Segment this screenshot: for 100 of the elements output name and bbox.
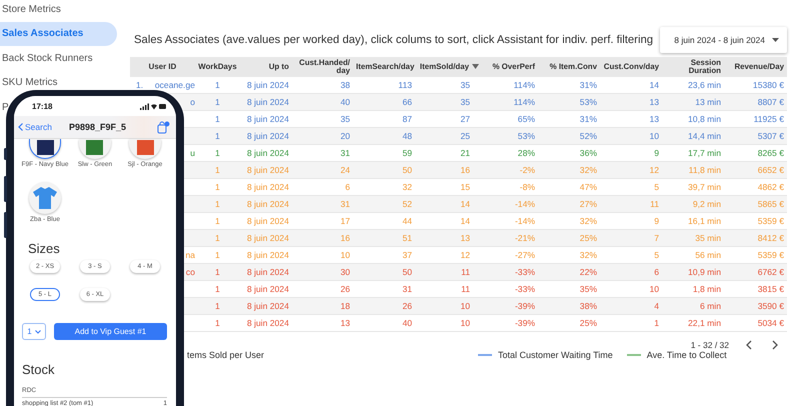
- table-cell: 8 juin 2024: [240, 314, 292, 332]
- user-link[interactable]: u: [190, 148, 195, 158]
- section-heading: Stock: [22, 362, 56, 377]
- table-cell: 8 juin 2024: [240, 298, 292, 314]
- table-cell: 6 min: [662, 298, 724, 314]
- table-cell: 13: [292, 314, 353, 332]
- table-cell: 20: [292, 128, 353, 144]
- table-cell: 7: [600, 230, 662, 246]
- section-heading: Sizes: [28, 241, 61, 256]
- table-cell: 8807 €: [724, 94, 787, 110]
- table-cell: 8 juin 2024: [240, 230, 292, 246]
- table-cell: 14,4 min: [662, 128, 724, 144]
- table-cell: 8412 €: [724, 230, 787, 246]
- table-cell: 26: [353, 298, 415, 314]
- table-cell: 32%: [538, 162, 600, 178]
- table-cell: 35 min: [662, 230, 724, 246]
- chart-title: tems Sold per User: [187, 350, 264, 360]
- table-cell: 1: [195, 230, 240, 246]
- table-cell: 40: [292, 94, 353, 110]
- status-icons: [140, 102, 166, 110]
- table-cell: 1: [195, 298, 240, 314]
- legend-label: Total Customer Waiting Time: [498, 350, 613, 360]
- table-cell: 8 juin 2024: [240, 128, 292, 144]
- table-cell: 16: [292, 230, 353, 246]
- table-cell: 10: [415, 314, 480, 332]
- table-cell: 1: [195, 196, 240, 212]
- table-cell: 66: [353, 94, 415, 110]
- caret-icon: [34, 330, 41, 334]
- user-link[interactable]: oceane.ge: [154, 80, 195, 90]
- table-cell: 12: [600, 162, 662, 178]
- table-cell: 22%: [538, 264, 600, 280]
- table-cell: 6: [600, 264, 662, 280]
- sidebar-item[interactable]: SKU Metrics: [2, 77, 58, 88]
- table-cell: 40: [353, 314, 415, 332]
- table-cell: 1: [195, 94, 240, 110]
- table-cell: 25: [415, 128, 480, 144]
- table-cell: 25%: [538, 230, 600, 246]
- table-cell: 1: [195, 128, 240, 144]
- table-cell: 8 juin 2024: [240, 162, 292, 178]
- table-cell: 16: [415, 162, 480, 178]
- table-cell: 5307 €: [724, 128, 787, 144]
- table-cell: 114%: [480, 94, 538, 110]
- add-button[interactable]: Add to Vip Guest #1: [54, 323, 167, 340]
- sidebar-item[interactable]: Store Metrics: [2, 4, 61, 15]
- chevron-left-icon: [18, 123, 23, 131]
- table-cell: 8 juin 2024: [240, 264, 292, 280]
- bag-icon[interactable]: [157, 120, 170, 134]
- report-title: Sales Associates (ave.values per worked day), click colums to sort, click Assistant for indiv. perf. filtering: [134, 34, 654, 46]
- table-cell: -33%: [480, 264, 538, 280]
- legend-label: Ave. Time to Collect: [646, 350, 727, 360]
- table-cell: -14%: [480, 196, 538, 212]
- table-cell: 4: [600, 298, 662, 314]
- table-cell: 6652 €: [724, 162, 787, 178]
- table-cell: 1: [600, 314, 662, 332]
- sidebar-item[interactable]: P: [2, 102, 9, 113]
- table-cell: 5034 €: [724, 314, 787, 332]
- table-cell: 35: [415, 94, 480, 110]
- table-cell: 1: [195, 264, 240, 280]
- table-cell: 6762 €: [724, 264, 787, 280]
- sidebar-item[interactable]: Back Stock Runners: [2, 52, 93, 64]
- table-cell: 53%: [480, 128, 538, 144]
- table-cell: 52%: [538, 128, 600, 144]
- user-link[interactable]: o: [190, 97, 195, 107]
- table-cell: 51: [353, 230, 415, 246]
- table-cell: -39%: [480, 298, 538, 314]
- table-cell: 8 juin 2024: [240, 196, 292, 212]
- quantity-select[interactable]: 1: [22, 323, 46, 340]
- table-cell: -2%: [480, 162, 538, 178]
- table-cell: 13: [600, 94, 662, 110]
- sort-icon: [472, 64, 479, 70]
- table-cell: 25%: [538, 314, 600, 332]
- table-cell: -39%: [480, 314, 538, 332]
- row-number: 1.: [136, 80, 144, 90]
- pagination-label: 1 - 32 / 32: [690, 340, 729, 350]
- table-cell: 50: [353, 162, 415, 178]
- table-cell: 31: [292, 196, 353, 212]
- table-cell: 11,8 min: [662, 162, 724, 178]
- table-cell: 53%: [538, 94, 600, 110]
- table-cell: 18: [292, 298, 353, 314]
- table-cell: 5865 €: [724, 196, 787, 212]
- table-cell: 13: [415, 230, 480, 246]
- table-cell: 48: [353, 128, 415, 144]
- table-cell: 24: [292, 162, 353, 178]
- table-cell: 10: [600, 128, 662, 144]
- table-cell: 1: [195, 314, 240, 332]
- back-button[interactable]: Search: [18, 122, 52, 132]
- table-cell: 13 min: [662, 94, 724, 110]
- table-cell: 10: [415, 298, 480, 314]
- status-time: 17:18: [32, 102, 52, 110]
- table-cell: 30: [292, 264, 353, 280]
- variant-option[interactable]: [29, 139, 61, 159]
- table-cell: 11: [600, 196, 662, 212]
- date-range-picker[interactable]: 8 juin 2024 - 8 juin 2024: [660, 26, 787, 52]
- table-cell: 52: [353, 196, 415, 212]
- table-cell: 27%: [538, 196, 600, 212]
- table-cell: 1: [195, 162, 240, 178]
- table-cell: 8 juin 2024: [240, 94, 292, 110]
- caret-icon: [772, 38, 779, 42]
- table-cell: 14: [415, 196, 480, 212]
- table-cell: 38%: [538, 298, 600, 314]
